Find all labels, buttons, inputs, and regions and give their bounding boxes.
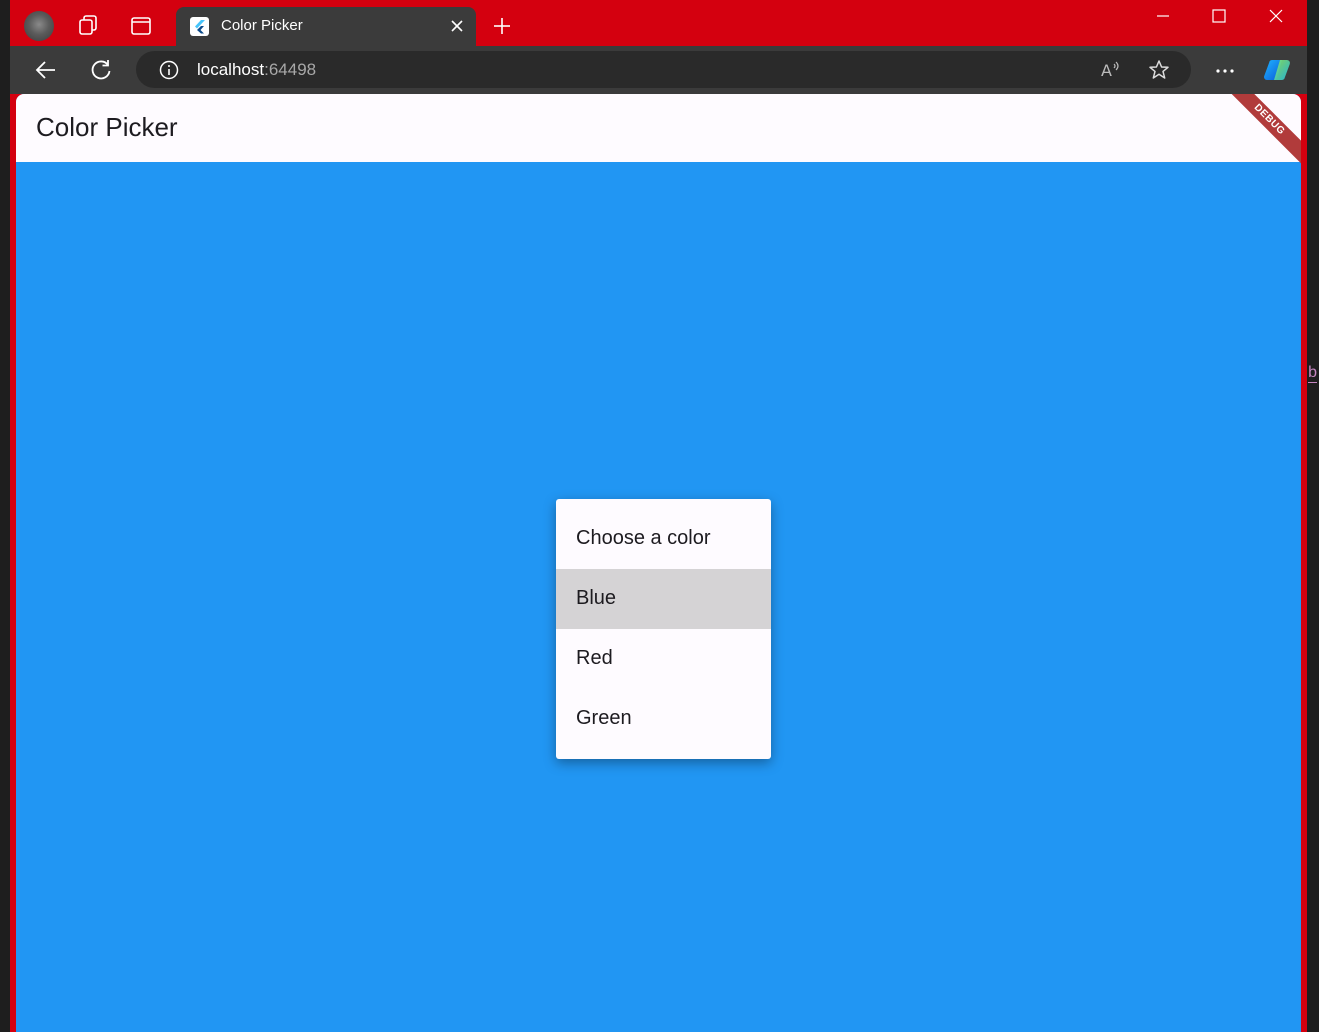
svg-text:A: A xyxy=(1101,61,1112,80)
close-tab-icon[interactable] xyxy=(446,15,468,37)
app-title: Color Picker xyxy=(36,112,178,142)
new-tab-icon[interactable] xyxy=(490,14,514,38)
background-editor-strip-right: b xyxy=(1307,0,1319,1032)
url-host: localhost xyxy=(197,60,265,79)
page-viewport: Color Picker DEBUG Choose a color Blue R… xyxy=(16,94,1301,1032)
background-editor-text: b xyxy=(1308,364,1317,383)
refresh-icon[interactable] xyxy=(87,56,115,84)
url-port: :64498 xyxy=(264,60,317,79)
title-bar: Color Picker xyxy=(10,0,1307,46)
minimize-icon[interactable] xyxy=(1134,0,1190,32)
menu-item-choose-a-color[interactable]: Choose a color xyxy=(556,509,771,569)
flutter-favicon-icon xyxy=(190,17,209,36)
more-options-icon[interactable] xyxy=(1212,58,1238,84)
menu-item-label: Blue xyxy=(576,587,617,609)
tab-color-picker[interactable]: Color Picker xyxy=(176,7,476,46)
favorite-star-icon[interactable] xyxy=(1147,58,1171,82)
color-dropdown-menu: Choose a color Blue Red Green xyxy=(556,499,771,759)
address-bar[interactable]: localhost:64498 A xyxy=(136,51,1191,88)
menu-item-label: Green xyxy=(576,707,632,729)
tab-title: Color Picker xyxy=(221,17,303,34)
url-text[interactable]: localhost:64498 xyxy=(197,60,316,80)
profile-avatar[interactable] xyxy=(24,11,54,41)
browser-window: Color Picker localhost:64498 A Color Pic… xyxy=(10,0,1307,1032)
menu-item-label: Red xyxy=(576,647,613,669)
site-info-icon[interactable] xyxy=(158,59,180,81)
navigation-bar: localhost:64498 A xyxy=(10,46,1307,94)
close-window-icon[interactable] xyxy=(1248,0,1304,32)
maximize-icon[interactable] xyxy=(1191,0,1247,32)
menu-item-blue[interactable]: Blue xyxy=(556,569,771,629)
workspaces-icon[interactable] xyxy=(76,13,102,39)
app-bar: Color Picker xyxy=(16,94,1301,162)
read-aloud-icon[interactable]: A xyxy=(1099,59,1121,81)
menu-item-label: Choose a color xyxy=(576,527,711,549)
menu-item-green[interactable]: Green xyxy=(556,689,771,749)
tab-actions-icon[interactable] xyxy=(128,13,154,39)
background-editor-strip-left xyxy=(0,0,10,1032)
menu-item-red[interactable]: Red xyxy=(556,629,771,689)
copilot-icon[interactable] xyxy=(1262,54,1294,86)
back-icon[interactable] xyxy=(32,56,60,84)
